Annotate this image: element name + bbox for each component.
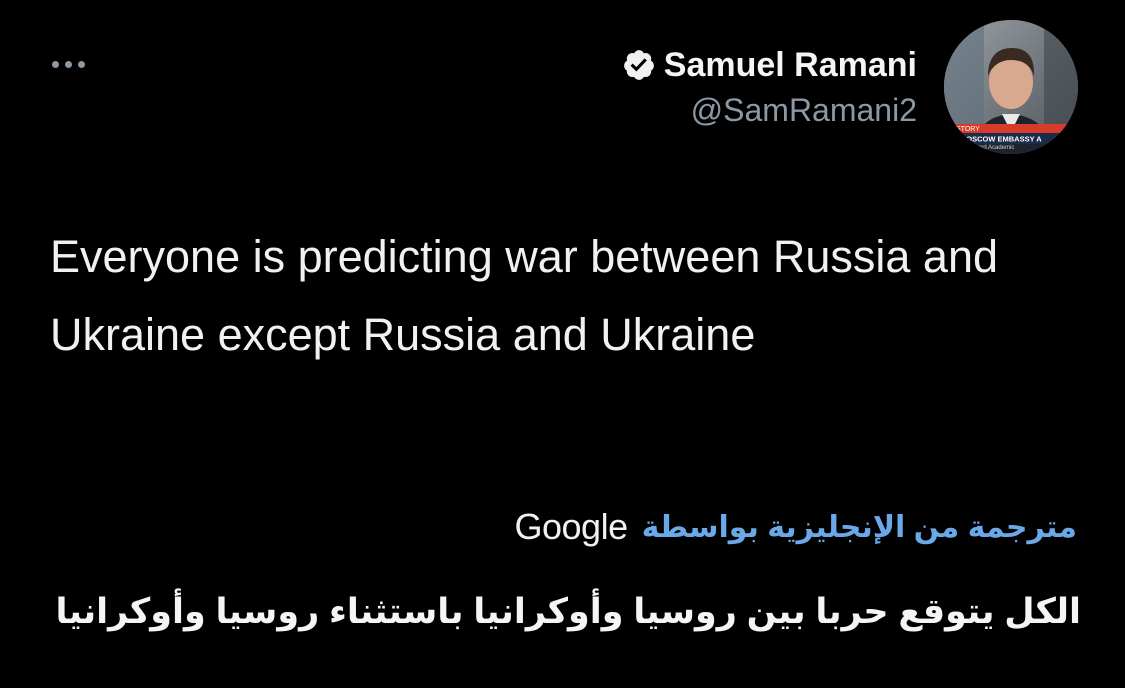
more-options-button[interactable] [52,52,100,76]
more-dot-icon [52,60,59,68]
translated-by-label[interactable]: مترجمة من الإنجليزية بواسطة [642,510,1077,545]
avatar-caption-main: MOSCOW EMBASSY A [960,135,1042,144]
translation-attribution: Google مترجمة من الإنجليزية بواسطة [515,506,1077,548]
tweet-text: Everyone is predicting war between Russi… [50,231,999,360]
google-logo[interactable]: Google [515,506,629,548]
avatar[interactable]: STORY MOSCOW EMBASSY A ord Academic [944,20,1078,154]
more-dot-icon [65,60,72,68]
translated-tweet-text: الكل يتوقع حربا بين روسيا وأوكرانيا باست… [55,592,1081,631]
more-dot-icon [78,60,85,68]
avatar-caption-top: STORY [956,126,980,133]
avatar-image: STORY MOSCOW EMBASSY A ord Academic [944,20,1078,154]
verified-badge-icon [623,50,654,80]
author-block: Samuel Ramani @SamRamani2 [622,40,917,129]
avatar-caption-sub: ord Academic [978,145,1014,151]
name-row: Samuel Ramani [622,40,917,90]
author-display-name[interactable]: Samuel Ramani [664,46,917,85]
author-handle[interactable]: @SamRamani2 [622,92,917,129]
